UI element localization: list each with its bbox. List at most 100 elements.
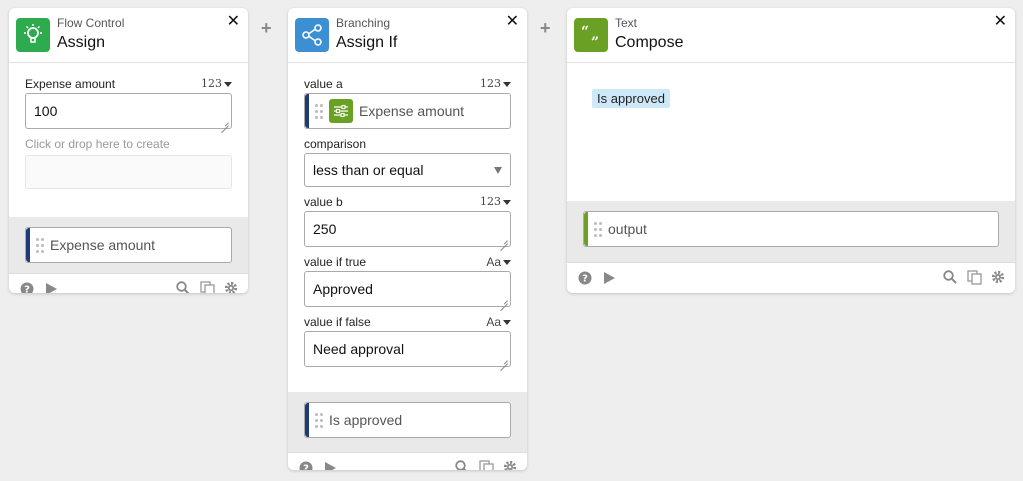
output-pill[interactable]: Is approved: [304, 402, 511, 438]
type-label: Aa: [486, 315, 501, 329]
pill-bar: [305, 94, 309, 128]
if-false-input[interactable]: Need approval: [304, 331, 511, 367]
share-icon: [295, 18, 329, 52]
comparison-select[interactable]: less than or equal: [304, 153, 511, 187]
type-selector[interactable]: 123: [480, 75, 511, 93]
help-icon[interactable]: ?: [298, 460, 314, 470]
resize-handle-icon[interactable]: [500, 296, 508, 304]
play-icon[interactable]: [601, 270, 617, 286]
card-footer: ?: [567, 262, 1015, 292]
pill-bar: [305, 403, 309, 437]
if-true-input[interactable]: Approved: [304, 271, 511, 307]
gear-icon[interactable]: [223, 280, 239, 293]
card-header: Flow Control Assign ✕: [9, 8, 248, 63]
card-title: Assign: [57, 34, 106, 51]
type-label: 123: [480, 77, 501, 90]
svg-text:?: ?: [24, 285, 30, 294]
card-header: Branching Assign If ✕: [288, 8, 527, 63]
drag-handle-icon[interactable]: [594, 221, 602, 237]
drag-handle-icon[interactable]: [315, 103, 323, 119]
drop-zone[interactable]: [25, 155, 232, 189]
value-b-label: value b: [304, 195, 343, 209]
output-section: Is approved: [288, 392, 527, 452]
help-icon[interactable]: ?: [577, 270, 593, 286]
card-body: Expense amount 123 100 Click or drop her…: [9, 75, 248, 217]
field-label-row: value b 123: [304, 193, 511, 211]
pill-bar: [584, 212, 588, 246]
svg-text:?: ?: [303, 464, 309, 471]
copy-icon[interactable]: [199, 280, 215, 293]
type-selector[interactable]: Aa: [486, 313, 511, 331]
resize-handle-icon[interactable]: [500, 356, 508, 364]
help-icon[interactable]: ?: [19, 281, 35, 293]
chevron-down-icon: [503, 259, 511, 265]
svg-text:“: “: [581, 24, 589, 40]
add-step-button[interactable]: +: [540, 18, 551, 39]
svg-text:?: ?: [582, 274, 588, 285]
chevron-down-icon: [494, 167, 502, 174]
card-footer: ?: [288, 452, 527, 470]
chevron-down-icon: [503, 81, 511, 87]
close-button[interactable]: ✕: [227, 13, 240, 31]
gear-icon[interactable]: [990, 269, 1006, 285]
field-label-row: value a 123: [304, 75, 511, 93]
resize-handle-icon[interactable]: [500, 236, 508, 244]
type-selector[interactable]: Aa: [486, 253, 511, 271]
close-button[interactable]: ✕: [994, 13, 1007, 31]
close-button[interactable]: ✕: [506, 13, 519, 31]
value-a-pill[interactable]: Expense amount: [304, 93, 511, 129]
chevron-down-icon: [224, 81, 232, 87]
copy-icon[interactable]: [478, 459, 494, 470]
drop-hint: Click or drop here to create: [25, 137, 170, 151]
value-input[interactable]: 100: [25, 93, 232, 129]
value-text: Approved: [313, 281, 373, 297]
card-header: “ ” Text Compose ✕: [567, 8, 1015, 63]
comparison-label: comparison: [304, 137, 367, 151]
card-assign: Flow Control Assign ✕ Expense amount 123…: [9, 8, 248, 293]
chevron-down-icon: [503, 199, 511, 205]
pill-text: output: [608, 221, 647, 237]
search-icon[interactable]: [454, 459, 470, 470]
card-body: value a 123 Expense amount comparison le…: [288, 75, 527, 392]
value-b-input[interactable]: 250: [304, 211, 511, 247]
comparison-value: less than or equal: [313, 162, 424, 178]
play-icon[interactable]: [322, 460, 338, 470]
type-label: 123: [201, 77, 222, 90]
value-a-label: value a: [304, 77, 343, 91]
if-true-label: value if true: [304, 255, 367, 269]
gear-icon[interactable]: [502, 459, 518, 470]
type-selector[interactable]: 123: [201, 75, 232, 93]
play-icon[interactable]: [43, 281, 59, 293]
value-text: Need approval: [313, 341, 405, 357]
card-category: Text: [615, 16, 638, 30]
copy-icon[interactable]: [966, 269, 982, 285]
value-text: 250: [313, 221, 337, 237]
output-section: output: [567, 201, 1015, 262]
drag-handle-icon[interactable]: [36, 237, 44, 253]
card-category: Flow Control: [57, 16, 125, 30]
add-step-button[interactable]: +: [261, 18, 272, 39]
field-label-row: value if true Aa: [304, 253, 511, 271]
field-label: Expense amount: [25, 77, 116, 91]
sliders-icon: [329, 99, 353, 123]
field-label-row: value if false Aa: [304, 313, 511, 331]
search-icon[interactable]: [175, 280, 191, 293]
output-pill[interactable]: Expense amount: [25, 227, 232, 263]
type-selector[interactable]: 123: [480, 193, 511, 211]
field-label-row: comparison: [304, 135, 511, 153]
card-footer: ?: [9, 273, 248, 293]
drag-handle-icon[interactable]: [315, 412, 323, 428]
pill-text: Is approved: [329, 412, 403, 428]
card-category: Branching: [336, 16, 391, 30]
variable-tag[interactable]: Is approved: [592, 89, 670, 108]
type-label: 123: [480, 195, 501, 208]
field-label-row: Expense amount 123: [25, 75, 232, 93]
svg-text:”: ”: [591, 35, 599, 47]
text-editor[interactable]: Is approved: [567, 63, 1015, 201]
resize-handle-icon[interactable]: [221, 118, 229, 126]
lightbulb-icon: [16, 18, 50, 52]
output-pill[interactable]: output: [583, 211, 999, 247]
type-label: Aa: [486, 255, 501, 269]
search-icon[interactable]: [942, 269, 958, 285]
if-false-label: value if false: [304, 315, 371, 329]
